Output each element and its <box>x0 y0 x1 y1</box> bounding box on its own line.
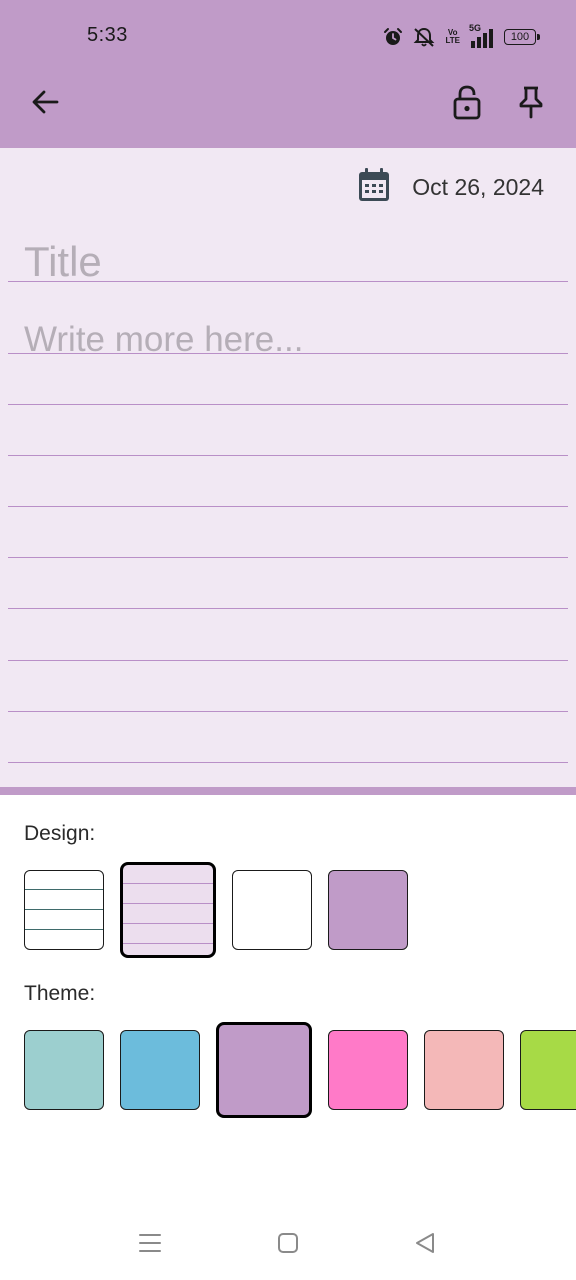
body-input[interactable]: Write more here... <box>24 320 303 360</box>
calendar-icon <box>358 168 390 207</box>
menu-icon <box>138 1232 162 1259</box>
lock-button[interactable] <box>443 80 491 128</box>
design-option-lined-white[interactable] <box>24 870 104 950</box>
app-header: 5:33 Vo LTE 5G 100 <box>0 0 576 148</box>
theme-color-pink[interactable] <box>328 1030 408 1110</box>
back-button[interactable] <box>21 80 69 128</box>
battery-icon: 100 <box>504 29 540 45</box>
ruled-line <box>8 660 568 661</box>
pin-icon <box>518 85 544 124</box>
signal-icon: 5G <box>469 23 493 48</box>
note-editor: Oct 26, 2024 Title Write more here... <box>0 148 576 787</box>
home-icon <box>277 1232 299 1259</box>
back-triangle-icon <box>414 1232 436 1259</box>
design-option-lined-theme[interactable] <box>120 862 216 958</box>
design-option-plain-white[interactable] <box>232 870 312 950</box>
ruled-line <box>8 353 568 354</box>
network-type: 5G <box>469 23 482 33</box>
status-icons: Vo LTE 5G 100 <box>383 23 540 50</box>
arrow-back-icon <box>30 87 60 122</box>
system-nav-bar <box>0 1212 576 1280</box>
volte-line2: LTE <box>445 36 460 45</box>
ruled-line <box>8 608 568 609</box>
theme-label: Theme: <box>24 982 96 1005</box>
ruled-line <box>8 404 568 405</box>
title-input[interactable]: Title <box>24 238 102 286</box>
ruled-line <box>8 506 568 507</box>
theme-color-salmon[interactable] <box>424 1030 504 1110</box>
volte-icon: Vo LTE <box>445 29 460 45</box>
ruled-line <box>8 281 568 282</box>
alarm-icon <box>383 27 403 47</box>
back-nav-button[interactable] <box>405 1228 445 1262</box>
theme-color-teal[interactable] <box>24 1030 104 1110</box>
note-date: Oct 26, 2024 <box>412 174 544 200</box>
sheet-divider <box>0 787 576 795</box>
pin-button[interactable] <box>507 80 555 128</box>
design-label: Design: <box>24 822 96 845</box>
ruled-line <box>8 455 568 456</box>
status-time: 5:33 <box>87 24 128 46</box>
theme-color-green[interactable] <box>520 1030 576 1110</box>
theme-color-purple[interactable] <box>216 1022 312 1118</box>
ruled-line <box>8 762 568 763</box>
date-row[interactable]: Oct 26, 2024 <box>358 168 544 207</box>
ruled-line <box>8 711 568 712</box>
recents-button[interactable] <box>130 1228 170 1262</box>
design-option-solid-theme[interactable] <box>328 870 408 950</box>
theme-color-blue[interactable] <box>120 1030 200 1110</box>
ruled-line <box>8 557 568 558</box>
mute-icon <box>412 26 436 48</box>
lock-open-icon <box>452 84 482 125</box>
home-button[interactable] <box>268 1228 308 1262</box>
